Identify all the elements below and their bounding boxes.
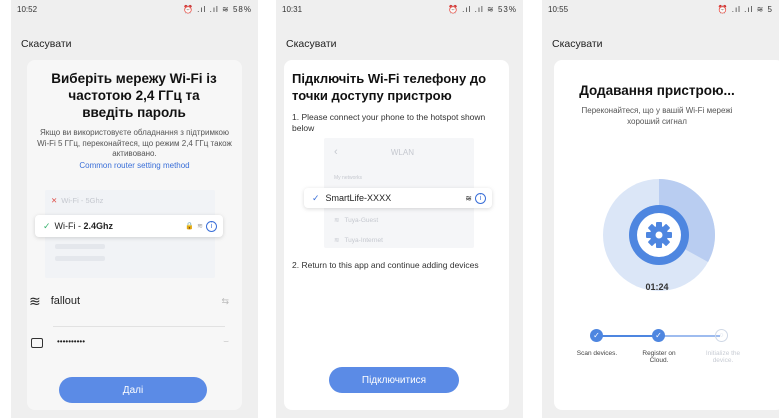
step-dot-done: ✓ bbox=[652, 329, 665, 342]
status-time: 10:55 bbox=[548, 4, 569, 14]
timer: 01:24 bbox=[645, 282, 669, 292]
placeholder-row bbox=[55, 256, 105, 261]
network-5g-row: ✕ Wi-Fi - 5Ghz bbox=[51, 196, 103, 205]
connect-button[interactable]: Підключитися bbox=[329, 367, 459, 393]
step-1-text: 1. Please connect your phone to the hots… bbox=[292, 112, 486, 133]
lock-icon bbox=[31, 338, 43, 348]
password-value: •••••••••• bbox=[57, 336, 86, 346]
wifi-card: Виберіть мережу Wi-Fi із частотою 2,4 ГГ… bbox=[27, 60, 242, 410]
status-icons: ⏰ .ıl .ıl ≋ 5 bbox=[717, 4, 773, 14]
ssid-value: fallout bbox=[50, 295, 81, 307]
network-name: Tuya-Internet bbox=[344, 236, 383, 244]
step-label: Register on Cloud. bbox=[642, 350, 676, 364]
password-field[interactable]: •••••••••• ⌣ bbox=[29, 330, 229, 352]
cancel-button[interactable]: Скасувати bbox=[286, 38, 337, 50]
network-24g-band: 2.4Ghz bbox=[83, 221, 114, 231]
network-5g-label: Wi-Fi - 5Ghz bbox=[61, 196, 104, 205]
next-button[interactable]: Далі bbox=[59, 377, 207, 403]
status-time: 10:31 bbox=[282, 4, 303, 14]
progress-ring bbox=[603, 179, 715, 291]
screen-connect-hotspot: 10:31 ⏰ .ıl .ıl ≋ 53% Скасувати Підключі… bbox=[276, 0, 523, 418]
info-icon: i bbox=[206, 220, 217, 232]
hotspot-name: SmartLife-XXXX bbox=[325, 193, 392, 203]
status-time: 10:52 bbox=[17, 4, 38, 14]
wifi-signal-icon: ≋ bbox=[197, 223, 203, 230]
wlan-title: WLAN bbox=[390, 147, 414, 157]
status-icons: ⏰ .ıl .ıl ≋ 58% bbox=[182, 4, 252, 14]
check-icon: ✓ bbox=[43, 220, 51, 231]
show-password-icon[interactable]: ⌣ bbox=[223, 336, 229, 347]
step-label: Initialize the device. bbox=[705, 350, 741, 364]
cancel-button[interactable]: Скасувати bbox=[552, 38, 603, 50]
network-row: ≋ Tuya-Internet bbox=[334, 236, 383, 245]
ssid-field[interactable]: ≋ fallout ⇆ bbox=[29, 290, 229, 312]
wifi-icon: ≋ bbox=[334, 217, 340, 224]
network-row: ≋ Tuya-Guest bbox=[334, 216, 379, 225]
wifi-icon: ≋ bbox=[334, 237, 340, 244]
check-icon: ✓ bbox=[312, 192, 320, 203]
step-line bbox=[664, 335, 720, 337]
placeholder-row bbox=[55, 244, 105, 249]
network-24g-prefix: Wi-Fi - bbox=[54, 221, 84, 231]
status-bar: 10:55 ⏰ .ıl .ıl ≋ 5 bbox=[542, 0, 779, 18]
hotspot-card: Підключіть Wi-Fi телефону до точки досту… bbox=[284, 60, 509, 410]
back-chevron-icon: ‹ bbox=[334, 146, 338, 158]
wifi-signal-icon: ≋ bbox=[465, 193, 472, 203]
network-name: Tuya-Guest bbox=[344, 216, 379, 224]
gear-icon bbox=[646, 222, 672, 248]
network-24g-row[interactable]: ✓ Wi-Fi - 2.4Ghz 🔒 ≋ i bbox=[35, 215, 223, 237]
subtitle: Переконайтеся, що у вашій Wi-Fi мережі х… bbox=[581, 106, 733, 126]
step-label: Scan devices. bbox=[576, 350, 618, 357]
status-bar: 10:31 ⏰ .ıl .ıl ≋ 53% bbox=[276, 0, 523, 18]
info-icon: i bbox=[475, 192, 486, 204]
hotspot-row[interactable]: ✓ SmartLife-XXXX ≋ i bbox=[304, 188, 492, 208]
lock-icon: 🔒 bbox=[185, 223, 195, 230]
screen-adding-device: 10:55 ⏰ .ıl .ıl ≋ 5 Скасувати Додавання … bbox=[542, 0, 779, 418]
cancel-button[interactable]: Скасувати bbox=[21, 38, 72, 50]
step-2-text: 2. Return to this app and continue addin… bbox=[292, 260, 479, 270]
divider bbox=[53, 326, 225, 327]
description: Якщо ви використовуєте обладнання з підт… bbox=[37, 128, 232, 158]
my-networks-label: My networks bbox=[334, 175, 363, 181]
switch-network-icon[interactable]: ⇆ bbox=[221, 296, 229, 307]
progress-card: Додавання пристрою... Переконайтеся, що … bbox=[554, 60, 779, 410]
wifi-icon: ≋ bbox=[29, 292, 41, 309]
status-icons: ⏰ .ıl .ıl ≋ 53% bbox=[447, 4, 517, 14]
step-dot-pending: ○ bbox=[715, 329, 728, 342]
cross-icon: ✕ bbox=[51, 196, 58, 205]
wlan-header: ‹ WLAN bbox=[334, 146, 464, 158]
step-dot-done: ✓ bbox=[590, 329, 603, 342]
screen-wifi-select: 10:52 ⏰ .ıl .ıl ≋ 58% Скасувати Виберіть… bbox=[11, 0, 258, 418]
step-line bbox=[601, 335, 657, 337]
page-title: Підключіть Wi-Fi телефону до точки досту… bbox=[292, 71, 487, 103]
status-bar: 10:52 ⏰ .ıl .ıl ≋ 58% bbox=[11, 0, 258, 18]
page-title: Виберіть мережу Wi-Fi із частотою 2,4 ГГ… bbox=[51, 71, 217, 120]
router-setting-link[interactable]: Common router setting method bbox=[35, 161, 234, 170]
page-title: Додавання пристрою... bbox=[579, 83, 735, 98]
